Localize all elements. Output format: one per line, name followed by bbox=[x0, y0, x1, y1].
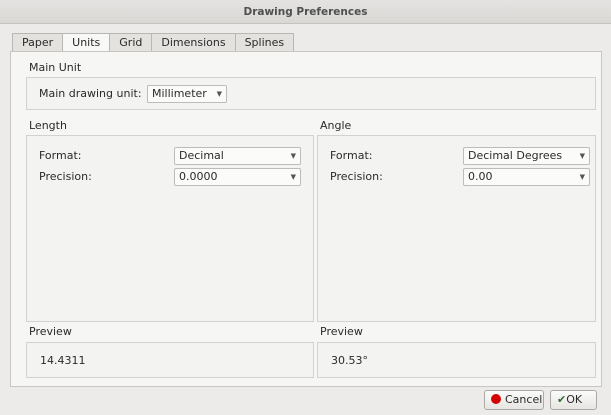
length-section-label: Length bbox=[29, 119, 67, 132]
cancel-button[interactable]: Cancel bbox=[484, 390, 544, 410]
length-preview-value: 14.4311 bbox=[40, 354, 86, 367]
chevron-down-icon: ▼ bbox=[579, 173, 585, 181]
chevron-down-icon: ▼ bbox=[290, 173, 296, 181]
length-format-label: Format: bbox=[39, 149, 82, 162]
length-preview-box: 14.4311 bbox=[26, 342, 314, 378]
length-precision-value: 0.0000 bbox=[179, 170, 218, 183]
ok-button-label: OK bbox=[566, 393, 583, 406]
angle-group: Format: Decimal Degrees ▼ Precision: 0.0… bbox=[317, 135, 596, 322]
ok-button[interactable]: ✔OK bbox=[550, 390, 597, 410]
angle-section-label: Angle bbox=[320, 119, 352, 132]
tab-splines[interactable]: Splines bbox=[234, 33, 295, 52]
preferences-dialog: Drawing Preferences Paper Units Grid Dim… bbox=[0, 0, 611, 415]
main-drawing-unit-select[interactable]: Millimeter ▼ bbox=[147, 85, 227, 103]
tab-paper[interactable]: Paper bbox=[12, 33, 63, 52]
length-format-value: Decimal bbox=[179, 149, 224, 162]
length-precision-select[interactable]: 0.0000 ▼ bbox=[174, 168, 301, 186]
window-title: Drawing Preferences bbox=[0, 0, 611, 24]
chevron-down-icon: ▼ bbox=[290, 152, 296, 160]
cancel-button-label: Cancel bbox=[505, 393, 543, 406]
length-preview-label: Preview bbox=[29, 325, 72, 338]
check-icon: ✔ bbox=[557, 393, 567, 406]
tab-grid[interactable]: Grid bbox=[109, 33, 152, 52]
length-format-select[interactable]: Decimal ▼ bbox=[174, 147, 301, 165]
main-unit-section-label: Main Unit bbox=[29, 61, 82, 74]
length-group: Format: Decimal ▼ Precision: 0.0000 ▼ bbox=[26, 135, 314, 322]
cancel-icon bbox=[491, 394, 501, 404]
main-drawing-unit-label: Main drawing unit: bbox=[39, 87, 142, 100]
chevron-down-icon: ▼ bbox=[579, 152, 585, 160]
length-precision-label: Precision: bbox=[39, 170, 92, 183]
main-unit-group: Main drawing unit: Millimeter ▼ bbox=[26, 77, 596, 110]
angle-format-value: Decimal Degrees bbox=[468, 149, 563, 162]
angle-precision-select[interactable]: 0.00 ▼ bbox=[463, 168, 590, 186]
angle-precision-value: 0.00 bbox=[468, 170, 493, 183]
angle-preview-box: 30.53° bbox=[317, 342, 596, 378]
units-panel: Main Unit Main drawing unit: Millimeter … bbox=[10, 51, 602, 387]
angle-preview-value: 30.53° bbox=[331, 354, 368, 367]
tab-bar: Paper Units Grid Dimensions Splines bbox=[12, 33, 295, 53]
main-drawing-unit-value: Millimeter bbox=[152, 87, 207, 100]
angle-format-label: Format: bbox=[330, 149, 373, 162]
angle-precision-label: Precision: bbox=[330, 170, 383, 183]
angle-preview-label: Preview bbox=[320, 325, 363, 338]
tab-dimensions[interactable]: Dimensions bbox=[151, 33, 235, 52]
tab-units[interactable]: Units bbox=[62, 33, 110, 53]
chevron-down-icon: ▼ bbox=[216, 90, 222, 98]
angle-format-select[interactable]: Decimal Degrees ▼ bbox=[463, 147, 590, 165]
